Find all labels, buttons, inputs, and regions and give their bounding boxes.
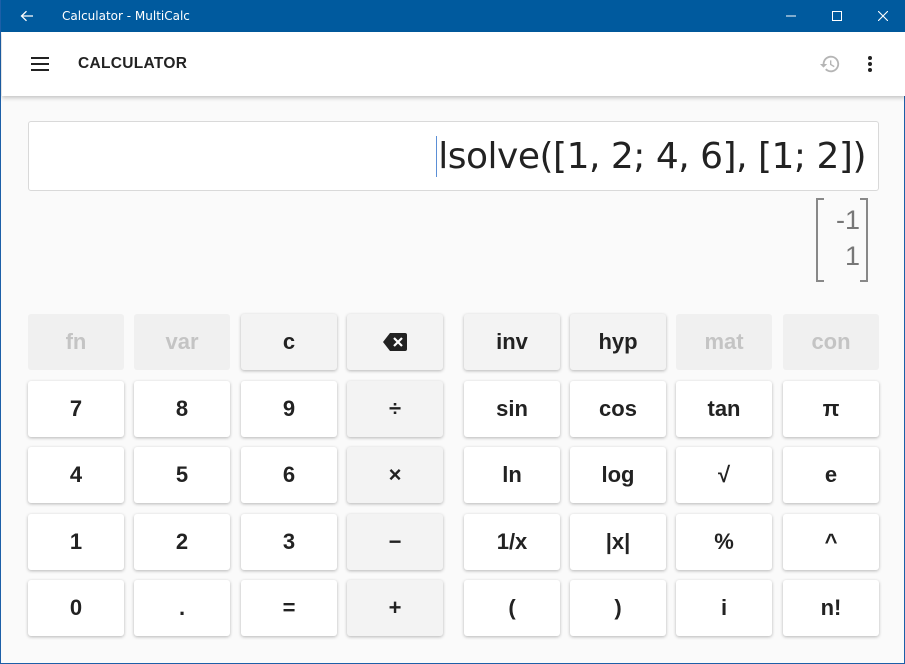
maximize-button[interactable] [814,0,860,32]
divide-key[interactable]: ÷ [347,381,443,437]
window-title: Calculator - MultiCalc [62,9,190,23]
digit-1-key[interactable]: 1 [28,514,124,570]
fn-key[interactable]: fn [28,314,124,370]
clear-key[interactable]: c [241,314,337,370]
result-value: 1 [844,241,860,271]
abs-key[interactable]: |x| [570,514,666,570]
backspace-icon [383,333,407,351]
matrix-right-bracket [860,198,868,282]
inv-key[interactable]: inv [464,314,560,370]
digit-0-key[interactable]: 0 [28,580,124,636]
left-paren-key[interactable]: ( [464,580,560,636]
backspace-key[interactable] [347,314,443,370]
digit-7-key[interactable]: 7 [28,381,124,437]
digit-8-key[interactable]: 8 [134,381,230,437]
digit-2-key[interactable]: 2 [134,514,230,570]
minimize-icon [786,15,796,17]
app-window: Calculator - MultiCalc CALCULATOR lsolve… [0,0,905,664]
digit-3-key[interactable]: 3 [241,514,337,570]
tan-key[interactable]: tan [676,381,772,437]
digit-6-key[interactable]: 6 [241,447,337,503]
percent-key[interactable]: % [676,514,772,570]
digit-5-key[interactable]: 5 [134,447,230,503]
cos-key[interactable]: cos [570,381,666,437]
matrix-left-bracket [816,198,824,282]
pi-key[interactable]: π [783,381,879,437]
power-key[interactable]: ^ [783,514,879,570]
close-icon [878,11,888,21]
maximize-icon [832,11,842,21]
con-key[interactable]: con [783,314,879,370]
multiply-key[interactable]: × [347,447,443,503]
ln-key[interactable]: ln [464,447,560,503]
decimal-point-key[interactable]: . [134,580,230,636]
arrow-left-icon [20,10,33,22]
back-button[interactable] [1,0,53,32]
page-title: CALCULATOR [78,55,188,72]
imaginary-unit-key[interactable]: i [676,580,772,636]
digit-9-key[interactable]: 9 [241,381,337,437]
digit-4-key[interactable]: 4 [28,447,124,503]
sin-key[interactable]: sin [464,381,560,437]
e-key[interactable]: e [783,447,879,503]
log-key[interactable]: log [570,447,666,503]
history-icon [819,55,840,73]
right-paren-key[interactable]: ) [570,580,666,636]
sqrt-key[interactable]: √ [676,447,772,503]
hyp-key[interactable]: hyp [570,314,666,370]
plus-key[interactable]: + [347,580,443,636]
mat-key[interactable]: mat [676,314,772,370]
result-value: -1 [835,205,860,235]
close-button[interactable] [860,0,905,32]
history-button[interactable] [815,47,845,81]
more-options-button[interactable] [855,47,885,81]
result-matrix: -1 1 [816,196,868,284]
reciprocal-key[interactable]: 1/x [464,514,560,570]
expression-text: lsolve([1, 2; 4, 6], [1; 2]) [436,135,866,177]
minimize-button[interactable] [768,0,814,32]
var-key[interactable]: var [134,314,230,370]
minus-key[interactable]: − [347,514,443,570]
factorial-key[interactable]: n! [783,580,879,636]
expression-input[interactable]: lsolve([1, 2; 4, 6], [1; 2]) [28,121,879,191]
more-vertical-icon [868,56,872,72]
hamburger-menu-icon[interactable] [23,47,57,81]
equals-key[interactable]: = [241,580,337,636]
app-bar: CALCULATOR [2,32,905,96]
title-bar: Calculator - MultiCalc [1,0,905,32]
